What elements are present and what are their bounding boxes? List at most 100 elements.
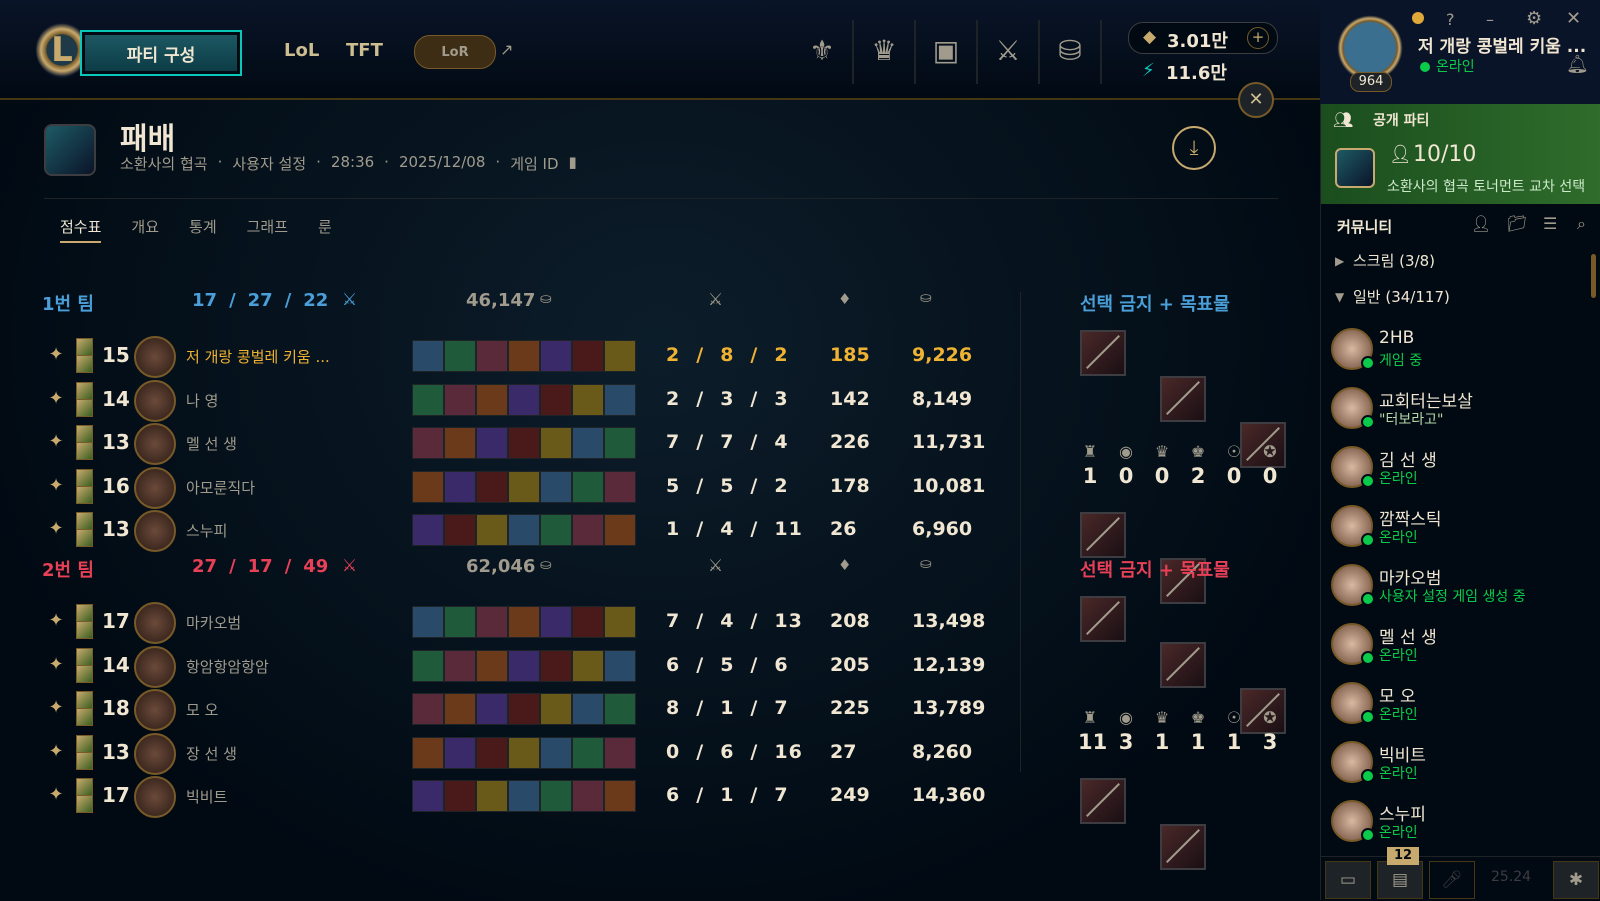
player-name[interactable]: 스누피 <box>186 520 227 541</box>
item-slot[interactable] <box>412 514 444 546</box>
item-slot[interactable] <box>412 470 444 503</box>
player-name[interactable]: 멜 선 생 <box>186 433 237 454</box>
item-slot[interactable] <box>572 427 604 459</box>
item-slot[interactable] <box>572 693 604 725</box>
bug-report-icon[interactable]: ✱ <box>1553 861 1599 899</box>
item-slot[interactable] <box>604 649 636 682</box>
tab-runes[interactable]: 룬 <box>318 216 332 243</box>
item-slot[interactable] <box>508 470 540 503</box>
item-slot[interactable] <box>444 606 476 638</box>
collection-icon[interactable]: ⚔ <box>988 30 1028 70</box>
party-card[interactable]: 👥︎ 공개 파티 👤︎ 10/10 소환사의 협곡 토너먼트 교차 선택 <box>1321 104 1600 204</box>
champion-portrait[interactable] <box>134 510 176 552</box>
search-icon[interactable]: ⌕ <box>1577 214 1586 234</box>
player-row[interactable]: ✦ 17 마카오범 7 / 4 / 13 208 13,498 <box>0 602 1000 644</box>
minimize-button[interactable]: – <box>1486 10 1494 29</box>
item-slot[interactable] <box>540 649 572 682</box>
item-slot[interactable] <box>476 649 508 682</box>
add-folder-icon[interactable]: 📁︎ <box>1507 214 1527 233</box>
chevron-right-icon[interactable]: ▶ <box>1335 254 1344 268</box>
list-icon[interactable]: ☰ <box>1543 214 1557 233</box>
item-slot[interactable] <box>572 780 604 812</box>
item-slot[interactable] <box>476 383 508 416</box>
player-name[interactable]: 모 오 <box>186 699 218 720</box>
item-slot[interactable] <box>476 470 508 503</box>
tab-tft[interactable]: TFT <box>346 40 383 61</box>
friend-item[interactable]: 멜 선 생 온라인 <box>1331 617 1600 673</box>
friend-item[interactable]: 모 오 온라인 <box>1331 676 1600 732</box>
item-slot[interactable] <box>508 606 540 638</box>
tab-lol[interactable]: LoL <box>284 40 319 61</box>
item-slot[interactable] <box>476 514 508 546</box>
player-name[interactable]: 나 영 <box>186 390 218 411</box>
item-slot[interactable] <box>572 340 604 372</box>
item-slot[interactable] <box>572 383 604 416</box>
item-slot[interactable] <box>540 780 572 812</box>
group-normal[interactable]: 일반 (34/117) <box>1353 286 1450 307</box>
add-rp-button[interactable]: + <box>1247 27 1269 49</box>
player-row[interactable]: ✦ 16 아모룬직다 5 / 5 / 2 178 10,081 <box>0 466 1000 509</box>
champion-portrait[interactable] <box>134 336 176 378</box>
item-slot[interactable] <box>444 383 476 416</box>
player-name[interactable]: 항암항암항암 <box>186 656 269 677</box>
item-slot[interactable] <box>540 470 572 503</box>
friend-item[interactable]: 김 선 생 온라인 <box>1331 440 1600 496</box>
item-slot[interactable] <box>476 736 508 769</box>
item-slot[interactable] <box>412 649 444 682</box>
item-slot[interactable] <box>508 514 540 546</box>
item-slot[interactable] <box>604 780 636 812</box>
tab-graph[interactable]: 그래프 <box>247 216 288 243</box>
store-icon[interactable]: ⛁ <box>1050 30 1090 70</box>
game-id-label[interactable]: 게임 ID <box>510 153 558 174</box>
item-slot[interactable] <box>604 514 636 546</box>
item-slot[interactable] <box>508 693 540 725</box>
item-slot[interactable] <box>476 606 508 638</box>
item-slot[interactable] <box>604 340 636 372</box>
item-slot[interactable] <box>572 514 604 546</box>
item-slot[interactable] <box>508 340 540 372</box>
player-row[interactable]: ✦ 13 스누피 1 / 4 / 11 26 6,960 <box>0 510 1000 552</box>
ranked-icon[interactable]: ♛ <box>864 30 904 70</box>
item-slot[interactable] <box>540 340 572 372</box>
item-slot[interactable] <box>412 340 444 372</box>
item-slot[interactable] <box>444 514 476 546</box>
item-slot[interactable] <box>476 340 508 372</box>
tab-overview[interactable]: 개요 <box>131 216 159 243</box>
item-slot[interactable] <box>604 383 636 416</box>
help-button[interactable]: ? <box>1446 10 1455 29</box>
player-name[interactable]: 아모룬직다 <box>186 477 255 498</box>
item-slot[interactable] <box>476 780 508 812</box>
item-slot[interactable] <box>444 649 476 682</box>
champion-portrait[interactable] <box>134 466 176 509</box>
item-slot[interactable] <box>540 606 572 638</box>
scrollbar[interactable] <box>1591 254 1596 298</box>
friend-item[interactable]: 마카오범 사용자 설정 게임 생성 중 <box>1331 558 1600 614</box>
item-slot[interactable] <box>476 427 508 459</box>
voice-mic-icon[interactable]: 🎤︎ <box>1429 861 1475 899</box>
item-slot[interactable] <box>540 383 572 416</box>
item-slot[interactable] <box>604 427 636 459</box>
item-slot[interactable] <box>540 693 572 725</box>
player-row[interactable]: ✦ 14 항암항암항암 6 / 5 / 6 205 12,139 <box>0 645 1000 688</box>
item-slot[interactable] <box>444 340 476 372</box>
download-icon[interactable]: ⤓ <box>1172 126 1216 170</box>
item-slot[interactable] <box>412 693 444 725</box>
friend-item[interactable]: 2HB 게임 중 <box>1331 322 1600 378</box>
item-slot[interactable] <box>604 736 636 769</box>
champion-portrait[interactable] <box>134 689 176 731</box>
item-slot[interactable] <box>412 427 444 459</box>
item-slot[interactable] <box>444 470 476 503</box>
copy-icon[interactable]: ▮ <box>569 153 577 174</box>
tab-stats[interactable]: 통계 <box>189 216 217 243</box>
party-button[interactable]: 파티 구성 <box>80 30 242 76</box>
item-slot[interactable] <box>444 427 476 459</box>
chevron-down-icon[interactable]: ▼ <box>1335 290 1344 304</box>
player-row[interactable]: ✦ 17 빅비트 6 / 1 / 7 249 14,360 <box>0 776 1000 818</box>
lor-button[interactable]: LoR <box>414 35 496 69</box>
item-slot[interactable] <box>508 780 540 812</box>
item-slot[interactable] <box>540 427 572 459</box>
loot-icon[interactable]: ▣ <box>926 30 966 70</box>
item-slot[interactable] <box>412 383 444 416</box>
item-slot[interactable] <box>412 780 444 812</box>
add-friend-icon[interactable]: 👤︎ <box>1471 214 1491 233</box>
